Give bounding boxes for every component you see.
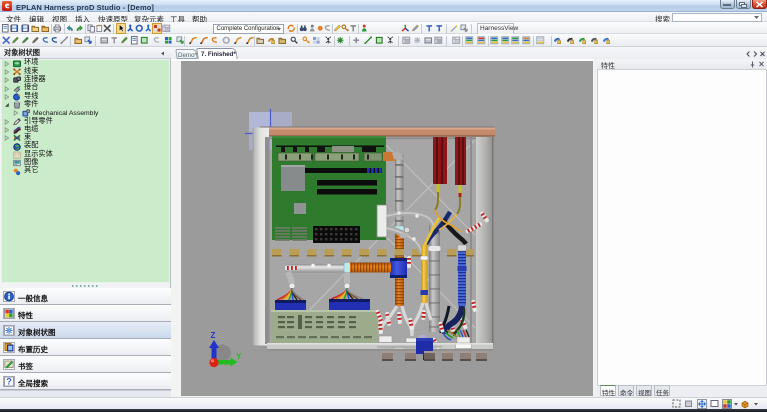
- svg-text:?: ?: [6, 377, 12, 387]
- svg-text:Y: Y: [236, 352, 242, 361]
- svg-text:Z: Z: [211, 331, 216, 340]
